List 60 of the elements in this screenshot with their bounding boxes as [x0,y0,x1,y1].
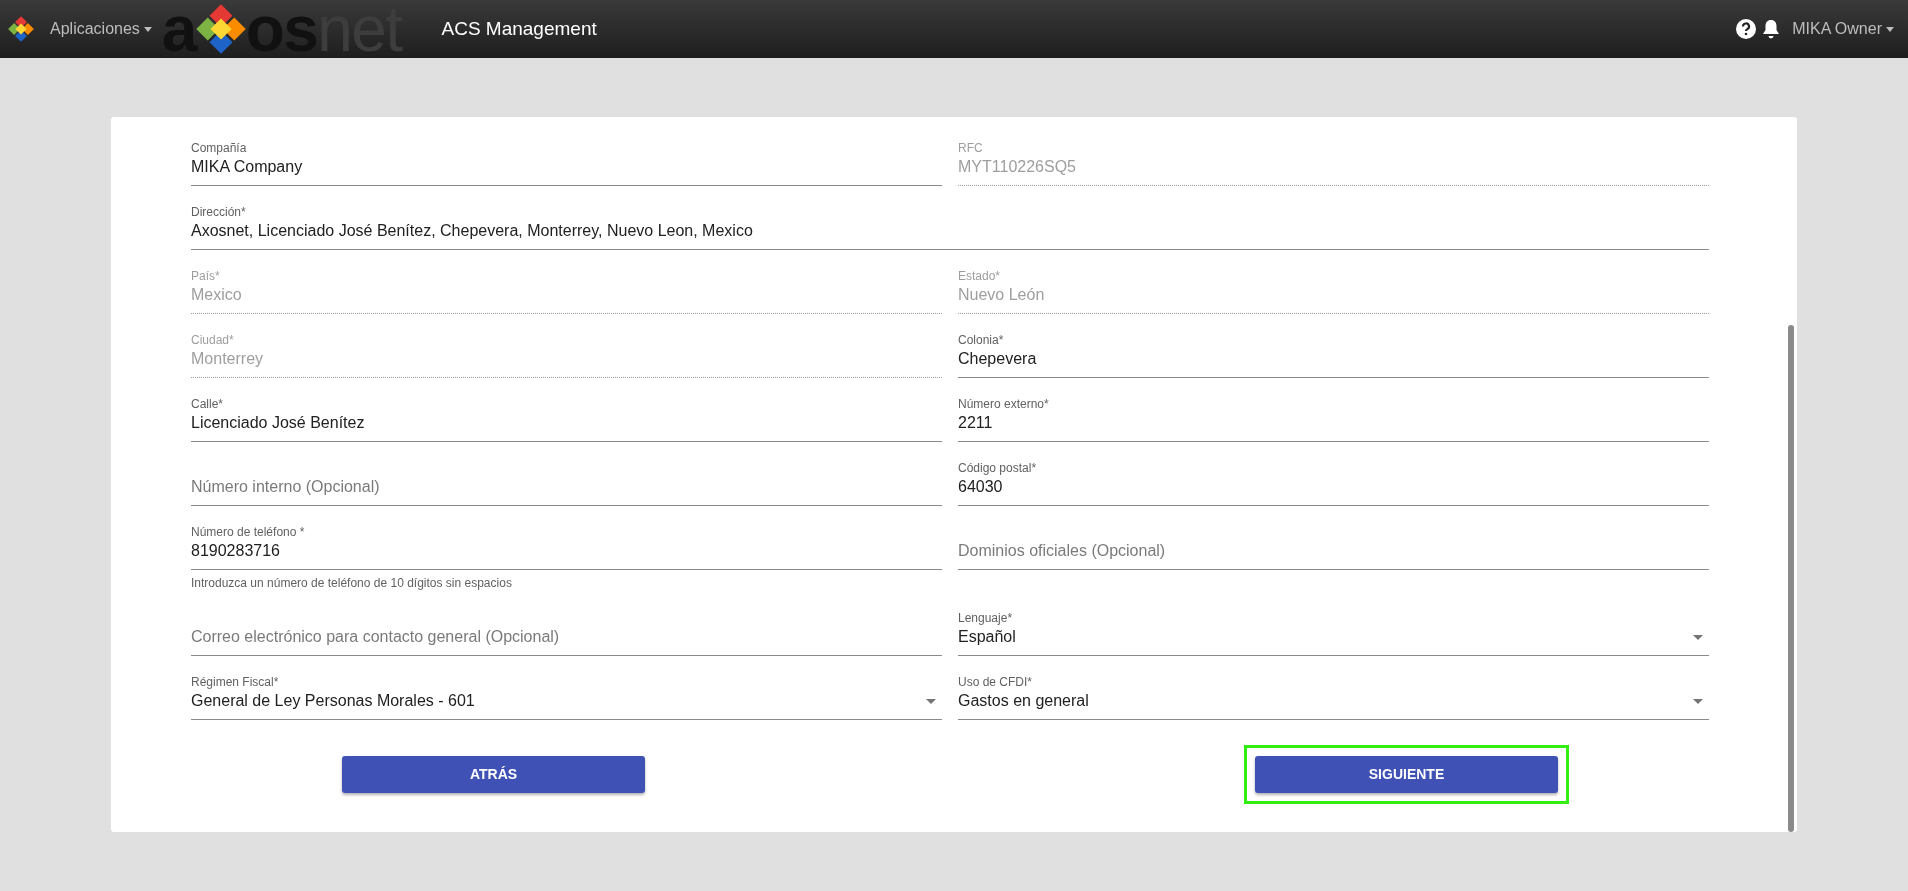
field-label: Uso de CFDI* [958,675,1033,689]
select-field[interactable]: Lenguaje* Español [958,605,1709,656]
input-field[interactable]: Dominios oficiales (Opcional) [958,519,1709,570]
helper-text: Introduzca un número de teléfono de 10 dígitos sin espacios [191,575,513,592]
field-value: Mexico [191,285,242,305]
input-field[interactable]: Compañía MIKA Company [191,135,942,186]
caret-icon [143,26,152,32]
input-field[interactable]: Número de teléfono * 8190283716 [191,519,942,570]
field-value: Monterrey [191,349,264,369]
user-menu-button[interactable]: MIKA Owner [1792,17,1894,41]
nav-button[interactable]: SIGUIENTE [1255,756,1558,793]
input-field[interactable]: Código postal* 64030 [958,455,1709,506]
field-label: Compañía [191,141,247,155]
field-label: Colonia* [958,333,1004,347]
field-value: 64030 [958,477,1003,497]
apps-menu-button[interactable]: Aplicaciones [50,17,152,41]
field-value: MIKA Company [191,157,303,177]
scrollbar[interactable] [1788,325,1794,832]
notification-bell-icon[interactable] [1762,19,1781,39]
app-title: ACS Management [441,16,597,41]
field-label: Número externo* [958,397,1049,411]
nav-button[interactable]: ATRÁS [342,756,645,793]
field-label: Lenguaje* [958,611,1013,625]
field-placeholder: Número interno (Opcional) [191,477,380,497]
help-icon[interactable] [1736,19,1757,39]
field-label: Estado* [958,269,1001,283]
field-value: Chepevera [958,349,1037,369]
field-placeholder: Dominios oficiales (Opcional) [958,541,1166,561]
field-value: Nuevo León [958,285,1045,305]
field-label: Código postal* [958,461,1037,475]
field-placeholder: Correo electrónico para contacto general (Opcional) [191,627,560,647]
input-field[interactable]: Colonia* Chepevera [958,327,1709,378]
dropdown-caret-icon [1693,634,1703,640]
field-label: Régimen Fiscal* [191,675,279,689]
field-value: General de Ley Personas Morales - 601 [191,691,475,711]
dropdown-caret-icon [926,698,936,704]
field-label: Dirección* [191,205,246,219]
logo-icon [195,4,246,54]
caret-icon [1886,26,1894,32]
field-label: Número de teléfono * [191,525,305,539]
field-value: 8190283716 [191,541,280,561]
field-label: Calle* [191,397,223,411]
select-field[interactable]: Régimen Fiscal* General de Ley Personas Morales - 601 [191,669,942,720]
field-value: Axosnet, Licenciado José Benítez, Chepevera, Monterrey, Nuevo Leon, Mexico [191,221,753,241]
field-label: País* [191,269,220,283]
dropdown-caret-icon [1693,698,1703,704]
select-field[interactable]: Uso de CFDI* Gastos en general [958,669,1709,720]
field-value: 2211 [958,413,993,433]
input-field[interactable]: Correo electrónico para contacto general (Opcional) [191,605,942,656]
field-value: MYT110226SQ5 [958,157,1076,177]
input-field[interactable]: Calle* Licenciado José Benítez [191,391,942,442]
field-label: Ciudad* [191,333,234,347]
field-value: Gastos en general [958,691,1089,711]
logo-icon [8,16,34,42]
field-value: Licenciado José Benítez [191,413,365,433]
input-field[interactable]: Número externo* 2211 [958,391,1709,442]
field-value: Español [958,627,1016,647]
input-field[interactable]: Dirección* Axosnet, Licenciado José Benítez, Chepevera, Monterrey, Nuevo Leon, Mexico [191,199,1709,250]
input-field[interactable]: Número interno (Opcional) [191,455,942,506]
field-label: RFC [958,141,983,155]
